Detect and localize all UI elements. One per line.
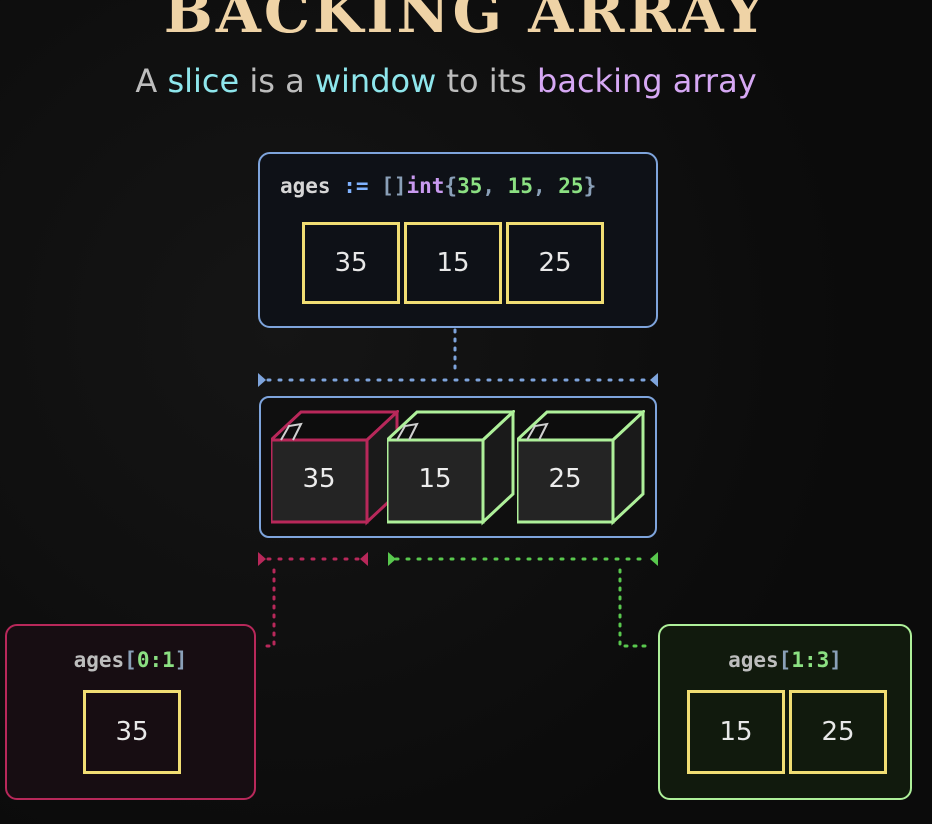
slice-left-name: ages (73, 648, 125, 672)
declaration-separator-2: , (532, 174, 559, 198)
declaration-panel: ages := []int{35, 15, 25} 35 15 25 (258, 152, 658, 328)
declaration-operator: := (343, 174, 369, 198)
slice-left-span-left-arrow (258, 552, 266, 566)
slice-right-name: ages (728, 648, 779, 672)
declaration-close-brace: } (583, 174, 597, 198)
slice-right-range: 1:3 (791, 648, 830, 672)
declaration-cell-1: 15 (404, 222, 502, 304)
declaration-brackets: [] (381, 174, 407, 198)
backing-array-box-0: 35 (267, 408, 401, 526)
slice-left-close-bracket: ] (174, 648, 188, 672)
declaration-separator-1: , (482, 174, 508, 198)
backing-array-value-1: 15 (418, 464, 452, 494)
slice-left-open-bracket: [ (124, 648, 137, 672)
backing-array-box-1: 15 (383, 408, 517, 526)
declaration-cell-0: 35 (302, 222, 400, 304)
declaration-cell-2: 25 (506, 222, 604, 304)
declaration-name: ages (280, 174, 331, 198)
connector-array-to-slice-right (618, 568, 654, 648)
slice-left-span-right-arrow (360, 552, 368, 566)
slice-right-open-bracket: [ (778, 648, 792, 672)
declaration-value-1: 35 (457, 174, 483, 198)
connector-array-to-slice-left (264, 568, 276, 648)
slice-left-cell-0: 35 (83, 690, 181, 774)
array-span-left-arrow (258, 373, 266, 387)
slice-right-close-bracket: ] (829, 648, 842, 672)
slice-left-range: 0:1 (136, 648, 175, 672)
slice-right-label: ages[1:3] (660, 648, 910, 672)
declaration-value-3: 25 (558, 174, 584, 198)
array-span-right-arrow (650, 373, 658, 387)
slice-right-panel: ages[1:3] 15 25 (658, 624, 912, 800)
slice-left-label: ages[0:1] (7, 648, 254, 672)
backing-array-value-0: 35 (302, 464, 336, 494)
slice-right-span-left-arrow (388, 552, 396, 566)
declaration-code: ages := []int{35, 15, 25} (280, 174, 596, 198)
backing-array-value-2: 25 (548, 464, 582, 494)
declaration-value-2: 15 (507, 174, 533, 198)
slice-right-span-right-arrow (650, 552, 658, 566)
slice-right-cell-1: 25 (789, 690, 887, 774)
backing-array-box-2: 25 (513, 408, 647, 526)
declaration-open-brace: { (444, 174, 458, 198)
backing-array-panel: 35 15 25 (259, 396, 657, 538)
slice-right-cell-0: 15 (687, 690, 785, 774)
declaration-type: int (406, 174, 445, 198)
slice-left-panel: ages[0:1] 35 (5, 624, 256, 800)
